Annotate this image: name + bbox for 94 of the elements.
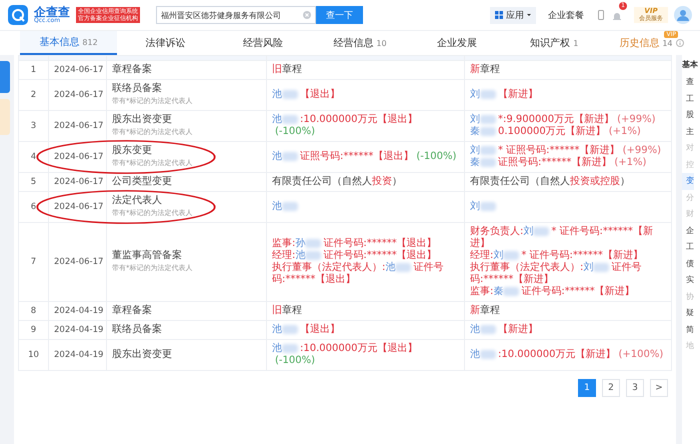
change-entry: 秦 证照号码:******【新进】 (+1%) (470, 157, 648, 169)
change-entry: 刘 (470, 201, 666, 213)
change-type: 公司类型变更 (112, 176, 173, 188)
change-entry: 池 :10.000000万元【退出】 (-100%) (272, 343, 418, 367)
change-entry: 有限责任公司（自然人投资或控股） (470, 176, 631, 188)
change-type: 章程备案 (112, 64, 153, 76)
change-entry: 新章程 (470, 305, 501, 317)
section-link[interactable]: 疑 (682, 305, 694, 322)
nav-tab[interactable]: 企业发展 (408, 31, 506, 55)
page-button[interactable]: 3 (626, 379, 644, 397)
change-entry: 池 证照号码:******【退出】 (-100%) (272, 151, 458, 163)
nav-tab[interactable]: 经营风险 (214, 31, 312, 55)
section-link[interactable]: 简 (682, 322, 694, 338)
change-date: 2024-06-17 (54, 177, 104, 187)
logo-icon (8, 5, 28, 25)
change-type: 联络员备案 (112, 83, 163, 95)
caret-icon (526, 12, 532, 18)
change-date: 2024-04-19 (54, 306, 104, 316)
section-link[interactable]: 实 (682, 272, 694, 288)
search-button[interactable]: 查一下 (316, 6, 363, 24)
section-link[interactable]: 债 (682, 256, 694, 272)
section-link[interactable]: 变 (682, 173, 694, 190)
info-icon (676, 39, 684, 47)
change-type: 法定代表人 (112, 195, 163, 207)
change-type: 章程备案 (112, 305, 153, 317)
change-entry: 池 【退出】 (272, 89, 341, 101)
section-link[interactable]: 主 (682, 124, 694, 140)
change-entry: 刘 【新进】 (470, 89, 539, 101)
avatar-icon[interactable] (674, 6, 692, 24)
change-entry: 新章程 (470, 64, 501, 76)
row-number: 9 (18, 320, 48, 340)
row-number: 10 (18, 340, 48, 370)
side-tab[interactable] (0, 99, 10, 135)
change-date: 2024-06-17 (54, 152, 104, 162)
change-date: 2024-06-17 (54, 202, 104, 212)
change-entry: 监事:秦 证件号码:******【新进】 (470, 286, 636, 298)
row-number: 5 (18, 172, 48, 192)
row-number: 8 (18, 302, 48, 320)
change-entry: 执行董事（法定代表人）:刘 证件号码:******【新进】 (470, 262, 642, 286)
next-page-button[interactable]: > (650, 379, 668, 397)
page-button[interactable]: 2 (602, 379, 620, 397)
change-entry: 经理:刘 * 证件号码:******【新进】 (470, 250, 644, 262)
change-type: 股东出资变更 (112, 349, 173, 361)
phone-icon[interactable] (596, 10, 606, 20)
change-entry: 池 (272, 201, 459, 213)
section-link[interactable]: 股 (682, 107, 694, 124)
change-entry: 旧章程 (272, 305, 303, 317)
section-link[interactable]: 工 (682, 90, 694, 107)
apps-menu[interactable]: 应用 (490, 6, 536, 24)
change-date: 2024-06-17 (54, 65, 104, 75)
plans-link[interactable]: 企业套餐 (548, 8, 584, 22)
change-entry: 刘 * 证照号码:******【新进】 (+99%) (470, 145, 662, 156)
nav-tab[interactable]: 知识产权 1 (506, 31, 603, 55)
section-link[interactable]: 企 (682, 222, 694, 239)
nav-tab[interactable]: 基本信息 812 (20, 31, 118, 55)
row-number: 6 (18, 192, 48, 222)
search-field[interactable]: 福州晋安区德芬健身服务有限公司 (156, 6, 316, 24)
change-date: 2024-06-17 (54, 257, 104, 267)
row-number: 3 (18, 110, 48, 142)
page-button[interactable]: 1 (578, 379, 596, 397)
change-date: 2024-06-17 (54, 90, 104, 100)
change-entry: 执行董事（法定代表人）:池 证件号码:******【退出】 (272, 262, 444, 286)
logo-name: 企查查 (34, 6, 70, 18)
clear-icon[interactable] (303, 11, 311, 19)
change-entry: 秦 0.100000万元【新进】 (+1%) (470, 126, 642, 138)
side-tab[interactable] (0, 61, 10, 93)
panel-title: 基本 (682, 59, 698, 70)
section-link[interactable]: 工 (682, 239, 694, 256)
change-entry: 池 :10.000000万元【新进】 (+100%) (470, 349, 664, 361)
change-entry: 经理:池 证件号码:******【退出】 (272, 250, 438, 262)
nav-tab[interactable]: 法律诉讼 (117, 31, 214, 55)
change-type: 股东变更 (112, 145, 153, 157)
row-number: 2 (18, 80, 48, 110)
change-type: 董监事高管备案 (112, 250, 183, 262)
row-number: 7 (18, 222, 48, 302)
change-entry: 旧章程 (272, 64, 303, 76)
change-entry: 财务负责人:刘 * 证件号码:******【新进】 (470, 226, 654, 250)
change-type: 股东出资变更 (112, 114, 173, 126)
nav-tab[interactable]: 经营信息 10 (311, 31, 409, 55)
change-date: 2024-04-19 (54, 325, 104, 335)
section-link[interactable]: 查 (682, 74, 694, 90)
row-number: 1 (18, 60, 48, 80)
change-type: 联络员备案 (112, 324, 163, 336)
change-entry: 监事:孙 证件号码:******【退出】 (272, 238, 438, 250)
change-entry: 池 【新进】 (470, 324, 539, 336)
change-date: 2024-06-17 (54, 121, 104, 131)
change-entry: 池 :10.000000万元【退出】 (-100%) (272, 114, 418, 138)
change-date: 2024-04-19 (54, 350, 104, 360)
change-entry: 有限责任公司（自然人投资） (272, 176, 403, 188)
grid-icon (494, 10, 504, 20)
bell-icon[interactable] (612, 10, 622, 20)
change-entry: 刘 *:9.900000万元【新进】 (+99%) (470, 114, 657, 126)
row-number: 4 (18, 142, 48, 172)
change-entry: 池 【退出】 (272, 324, 341, 336)
